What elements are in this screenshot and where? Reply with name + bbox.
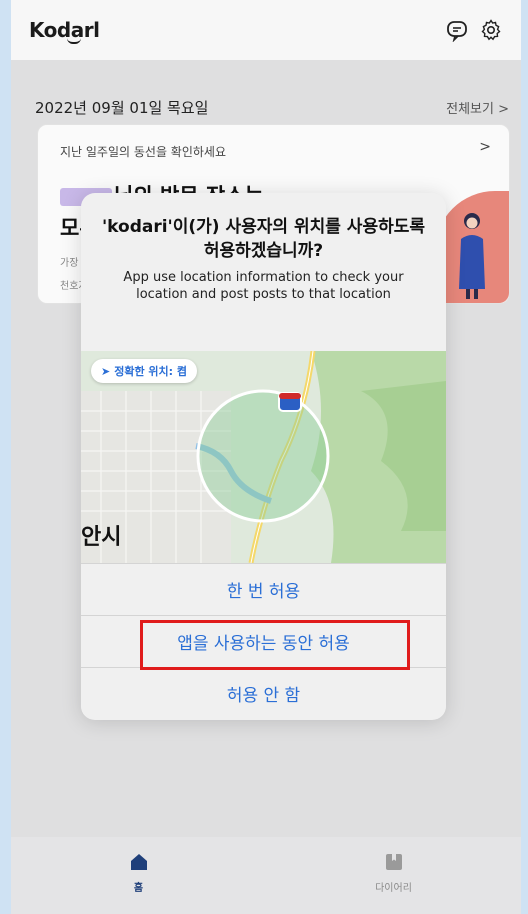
dialog-title: 'kodari'이(가) 사용자의 위치를 사용하도록 허용하겠습니까? <box>101 217 426 261</box>
selection-highlight-box <box>140 620 410 670</box>
location-arrow-icon: ➤ <box>101 364 111 378</box>
allow-once-button[interactable]: 한 번 허용 <box>81 563 446 615</box>
tab-home-label: 홈 <box>133 883 144 894</box>
date-row: 2022년 09월 01일 목요일 전체보기 > <box>35 97 509 118</box>
tab-home[interactable]: 홈 <box>11 837 266 914</box>
gear-icon[interactable] <box>479 18 503 42</box>
logo-smile-mark <box>67 38 81 44</box>
location-map: ➤ 정확한 위치: 켬 안시 <box>81 351 446 563</box>
app-logo: Kodarl <box>29 18 100 44</box>
chat-icon[interactable] <box>445 18 469 42</box>
map-city-label: 안시 <box>81 525 122 550</box>
dont-allow-button[interactable]: 허용 안 함 <box>81 667 446 719</box>
header-icons <box>445 18 503 42</box>
diary-icon <box>385 854 402 870</box>
tab-diary[interactable]: 다이어리 <box>266 837 521 914</box>
home-icon <box>130 854 147 870</box>
tab-diary-label: 다이어리 <box>375 883 412 894</box>
app-header: Kodarl <box>11 0 521 60</box>
bottom-tab-bar: 홈 다이어리 <box>11 837 521 914</box>
view-all-link[interactable]: 전체보기 > <box>446 98 509 117</box>
person-figure <box>459 213 485 299</box>
card-subtitle: 지난 일주일의 동선을 확인하세요 <box>60 145 227 159</box>
current-date: 2022년 09월 01일 목요일 <box>35 99 209 117</box>
precise-location-toggle[interactable]: ➤ 정확한 위치: 켬 <box>91 359 197 383</box>
chevron-right-icon[interactable]: > <box>479 139 491 155</box>
dialog-message: App use location information to check yo… <box>123 270 404 302</box>
